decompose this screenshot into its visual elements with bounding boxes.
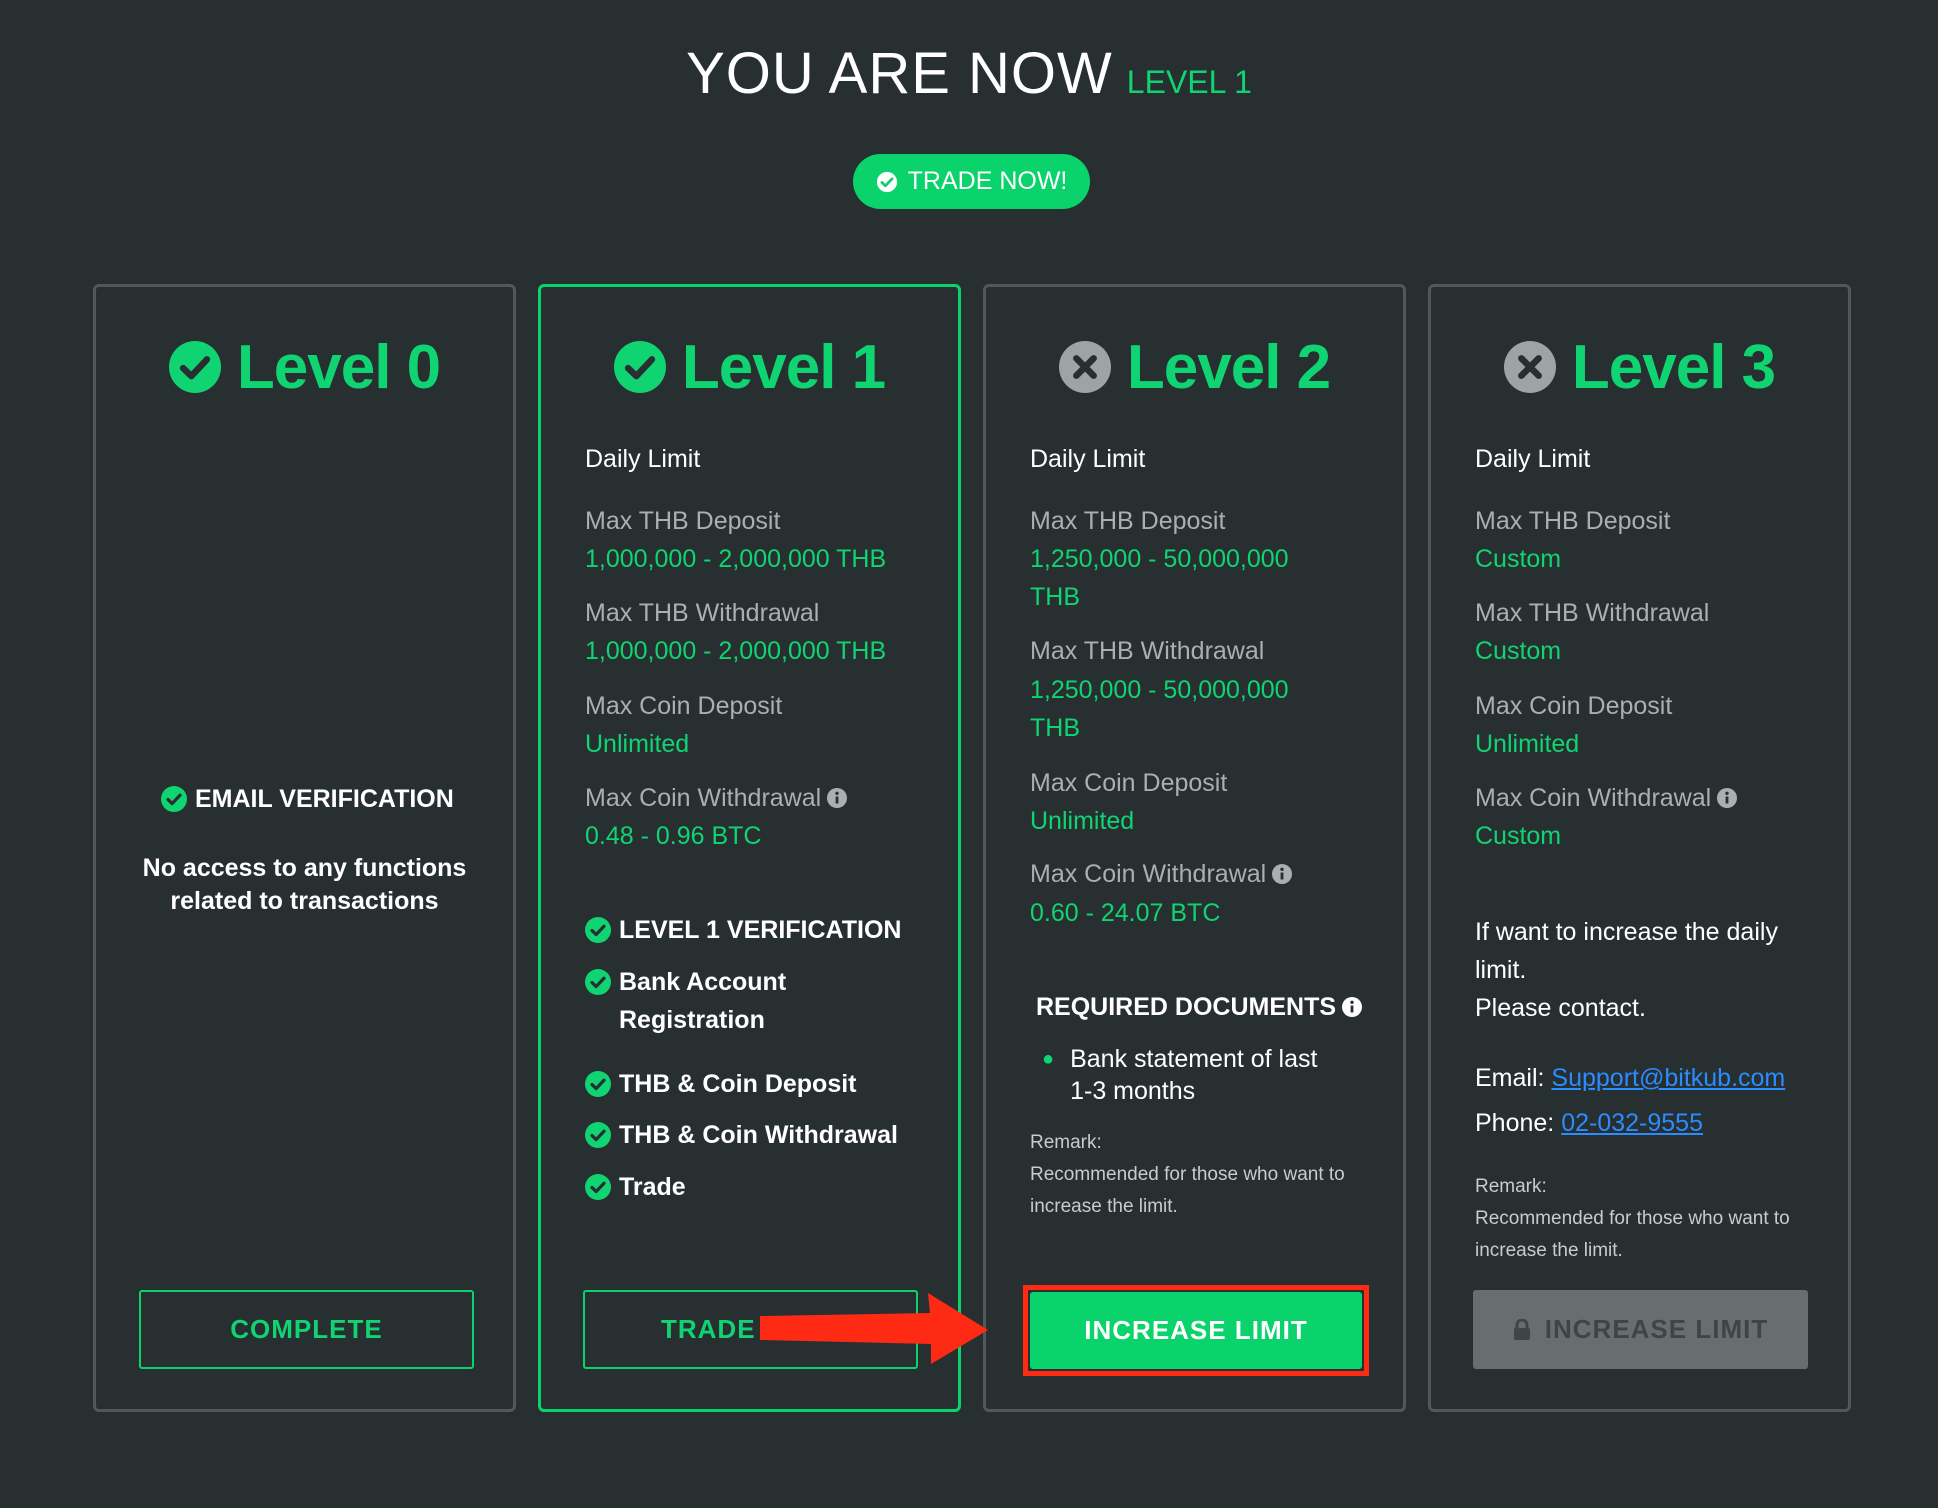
level-3-card: Level 3 Daily Limit Max THB Deposit Cust… [1428, 284, 1851, 1412]
max-thb-withdrawal-value: 1,000,000 - 2,000,000 THB [585, 637, 887, 665]
info-icon[interactable] [827, 788, 847, 808]
max-coin-withdrawal-value: 0.48 - 0.96 BTC [585, 822, 762, 850]
daily-limit-label: Daily Limit [1475, 445, 1591, 473]
feature-label: Trade [619, 1173, 686, 1201]
max-thb-deposit-label: Max THB Deposit [1475, 507, 1671, 535]
increase-limit-locked-button[interactable]: INCREASE LIMIT [1473, 1290, 1808, 1369]
max-coin-deposit-label: Max Coin Deposit [585, 692, 783, 720]
remark-text: Recommended for those who want to increa… [1475, 1208, 1790, 1261]
max-thb-withdrawal-value: Custom [1475, 637, 1562, 665]
max-coin-withdrawal-row: Max Coin Withdrawal [1475, 784, 1737, 813]
check-circle-icon [585, 1071, 611, 1097]
level-3-name: Level 3 [1571, 332, 1776, 402]
max-coin-withdrawal-label: Max Coin Withdrawal [1030, 860, 1267, 888]
feature-label: THB & Coin Deposit [619, 1070, 857, 1098]
info-icon[interactable] [1717, 788, 1737, 808]
max-coin-deposit-label: Max Coin Deposit [1475, 692, 1673, 720]
page-header: YOU ARE NOW LEVEL 1 [0, 40, 1938, 107]
max-coin-withdrawal-row: Max Coin Withdrawal [585, 784, 847, 813]
max-coin-withdrawal-value: 0.60 - 24.07 BTC [1030, 899, 1221, 927]
required-documents-label: REQUIRED DOCUMENTS [1036, 993, 1337, 1021]
feature-item: Bank Account Registration [585, 963, 915, 1039]
level-0-description: No access to any functions related to tr… [142, 854, 467, 915]
max-thb-deposit-value: 1,250,000 - 50,000,000 THB [1030, 545, 1289, 611]
check-circle-icon [585, 917, 611, 943]
remark-label: Remark: [1030, 1132, 1102, 1153]
max-thb-withdrawal-value: 1,250,000 - 50,000,000 THB [1030, 676, 1289, 742]
support-email-link[interactable]: Support@bitkub.com [1551, 1064, 1785, 1092]
trade-now-pill-button[interactable]: TRADE NOW! [853, 154, 1090, 209]
current-level-label: LEVEL 1 [1126, 64, 1252, 100]
complete-button[interactable]: COMPLETE [139, 1290, 474, 1369]
phone-label: Phone: [1475, 1109, 1555, 1137]
max-coin-withdrawal-label: Max Coin Withdrawal [585, 784, 822, 812]
check-circle-icon [585, 1174, 611, 1200]
contact-text: If want to increase the daily limit. [1475, 918, 1778, 984]
check-circle-icon [585, 1122, 611, 1148]
cross-circle-icon [1059, 341, 1111, 393]
max-thb-deposit-label: Max THB Deposit [585, 507, 781, 535]
check-circle-icon [585, 969, 611, 995]
lock-icon [1513, 1318, 1530, 1340]
check-circle-icon [169, 341, 221, 393]
max-thb-deposit-value: 1,000,000 - 2,000,000 THB [585, 545, 887, 573]
increase-limit-button[interactable]: INCREASE LIMIT [1030, 1292, 1362, 1369]
max-thb-withdrawal-label: Max THB Withdrawal [1475, 599, 1710, 627]
feature-label: THB & Coin Withdrawal [619, 1121, 898, 1149]
daily-limit-label: Daily Limit [585, 445, 701, 473]
email-row: Email: Support@bitkub.com [1475, 1059, 1785, 1097]
required-documents-heading: REQUIRED DOCUMENTS [1036, 993, 1362, 1022]
email-verification: EMAIL VERIFICATION [161, 780, 454, 818]
phone-row: Phone: 02-032-9555 [1475, 1104, 1703, 1142]
contact-text-2: Please contact. [1475, 994, 1646, 1022]
max-coin-withdrawal-value: Custom [1475, 822, 1562, 850]
max-thb-withdrawal-label: Max THB Withdrawal [585, 599, 820, 627]
max-coin-deposit-value: Unlimited [585, 730, 690, 758]
email-label: Email: [1475, 1064, 1545, 1092]
feature-item: Trade [585, 1168, 686, 1206]
max-coin-deposit-label: Max Coin Deposit [1030, 769, 1228, 797]
cross-circle-icon [1504, 341, 1556, 393]
trade-now-pill-label: TRADE NOW! [907, 167, 1068, 195]
required-document-item: ● Bank statement of last 1-3 months [1042, 1043, 1342, 1107]
bullet-icon: ● [1042, 1048, 1055, 1070]
max-coin-deposit-value: Unlimited [1030, 807, 1135, 835]
required-document-label: Bank statement of last 1-3 months [1070, 1045, 1318, 1105]
level-0-card: Level 0 EMAIL VERIFICATION No access to … [93, 284, 516, 1412]
max-thb-deposit-value: Custom [1475, 545, 1562, 573]
check-circle-icon [876, 171, 898, 193]
max-coin-withdrawal-row: Max Coin Withdrawal [1030, 860, 1292, 889]
feature-label: Bank Account Registration [619, 968, 787, 1034]
daily-limit-label: Daily Limit [1030, 445, 1146, 473]
max-coin-withdrawal-label: Max Coin Withdrawal [1475, 784, 1712, 812]
feature-item: THB & Coin Deposit [585, 1065, 857, 1103]
remark-label: Remark: [1475, 1176, 1547, 1197]
trade-now-button[interactable]: TRADE NOW! [583, 1290, 918, 1369]
level-1-title: Level 1 [541, 327, 958, 407]
info-icon[interactable] [1342, 997, 1362, 1017]
level-1-name: Level 1 [681, 332, 886, 402]
max-thb-deposit-label: Max THB Deposit [1030, 507, 1226, 535]
level-0-name: Level 0 [236, 332, 441, 402]
email-verification-label: EMAIL VERIFICATION [195, 785, 454, 813]
level-1-verification: LEVEL 1 VERIFICATION [585, 911, 901, 949]
page-title: YOU ARE NOW [686, 41, 1113, 106]
increase-limit-locked-label: INCREASE LIMIT [1544, 1314, 1769, 1344]
max-coin-deposit-value: Unlimited [1475, 730, 1580, 758]
level-1-card: Level 1 Daily Limit Max THB Deposit 1,00… [538, 284, 961, 1412]
feature-item: THB & Coin Withdrawal [585, 1116, 898, 1154]
level-1-verification-label: LEVEL 1 VERIFICATION [619, 916, 902, 944]
info-icon[interactable] [1272, 864, 1292, 884]
remark-text: Recommended for those who want to increa… [1030, 1164, 1345, 1217]
level-2-title: Level 2 [986, 327, 1403, 407]
support-phone-link[interactable]: 02-032-9555 [1561, 1109, 1703, 1137]
level-2-name: Level 2 [1126, 332, 1331, 402]
max-thb-withdrawal-label: Max THB Withdrawal [1030, 637, 1265, 665]
level-0-title: Level 0 [96, 327, 513, 407]
level-2-card: Level 2 Daily Limit Max THB Deposit 1,25… [983, 284, 1406, 1412]
check-circle-icon [161, 786, 187, 812]
level-3-title: Level 3 [1431, 327, 1848, 407]
check-circle-icon [614, 341, 666, 393]
